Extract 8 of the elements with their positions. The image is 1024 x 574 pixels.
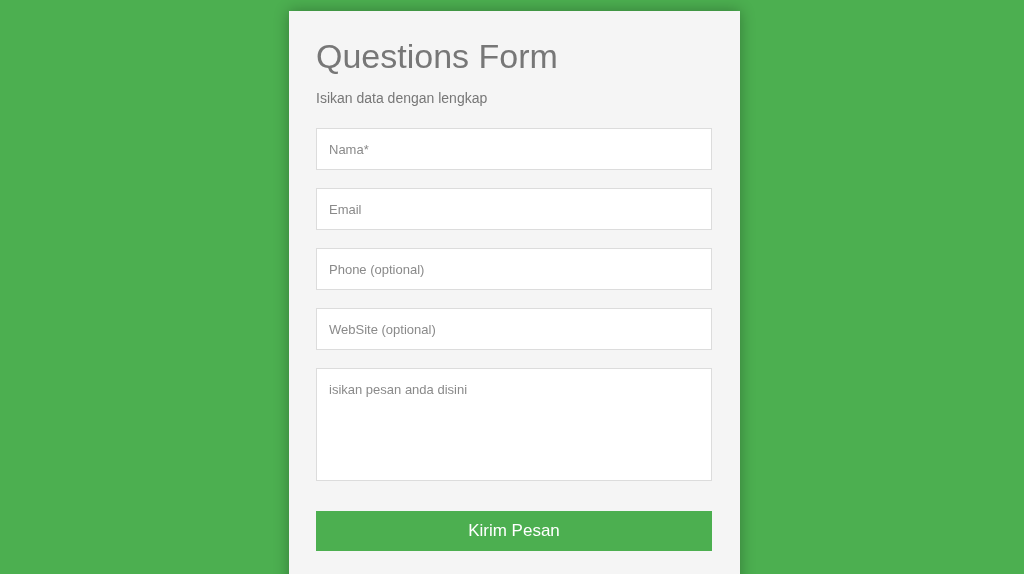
- form-title: Questions Form: [316, 36, 559, 77]
- message-field[interactable]: isikan pesan anda disini: [316, 368, 712, 481]
- form-subtitle: Isikan data dengan lengkap: [316, 89, 489, 107]
- input-field[interactable]: Phone (optional): [316, 248, 712, 290]
- input-field[interactable]: Email: [316, 188, 712, 230]
- input-field[interactable]: Nama*: [316, 128, 712, 170]
- input-field[interactable]: WebSite (optional): [316, 308, 712, 350]
- submit-button[interactable]: Kirim Pesan: [316, 511, 712, 551]
